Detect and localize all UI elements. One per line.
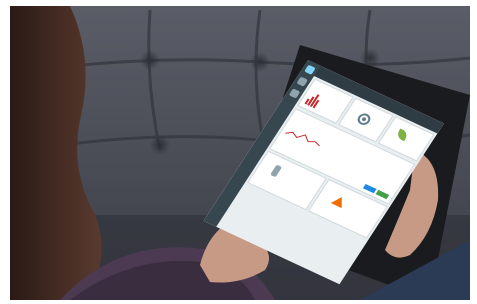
settings-icon: [357, 113, 371, 125]
sparkline-icon: [285, 131, 320, 147]
leaf-icon: [395, 128, 410, 142]
doc-icon[interactable]: [288, 88, 301, 99]
bar-chart-icon: [304, 92, 322, 109]
warning-icon: [330, 194, 348, 209]
chart-icon[interactable]: [296, 76, 309, 87]
panel-button-blue[interactable]: [362, 183, 377, 194]
photo-scene: [0, 0, 477, 304]
home-icon[interactable]: [304, 64, 316, 75]
cylinder-icon: [270, 164, 283, 178]
panel-button-green[interactable]: [375, 189, 390, 200]
